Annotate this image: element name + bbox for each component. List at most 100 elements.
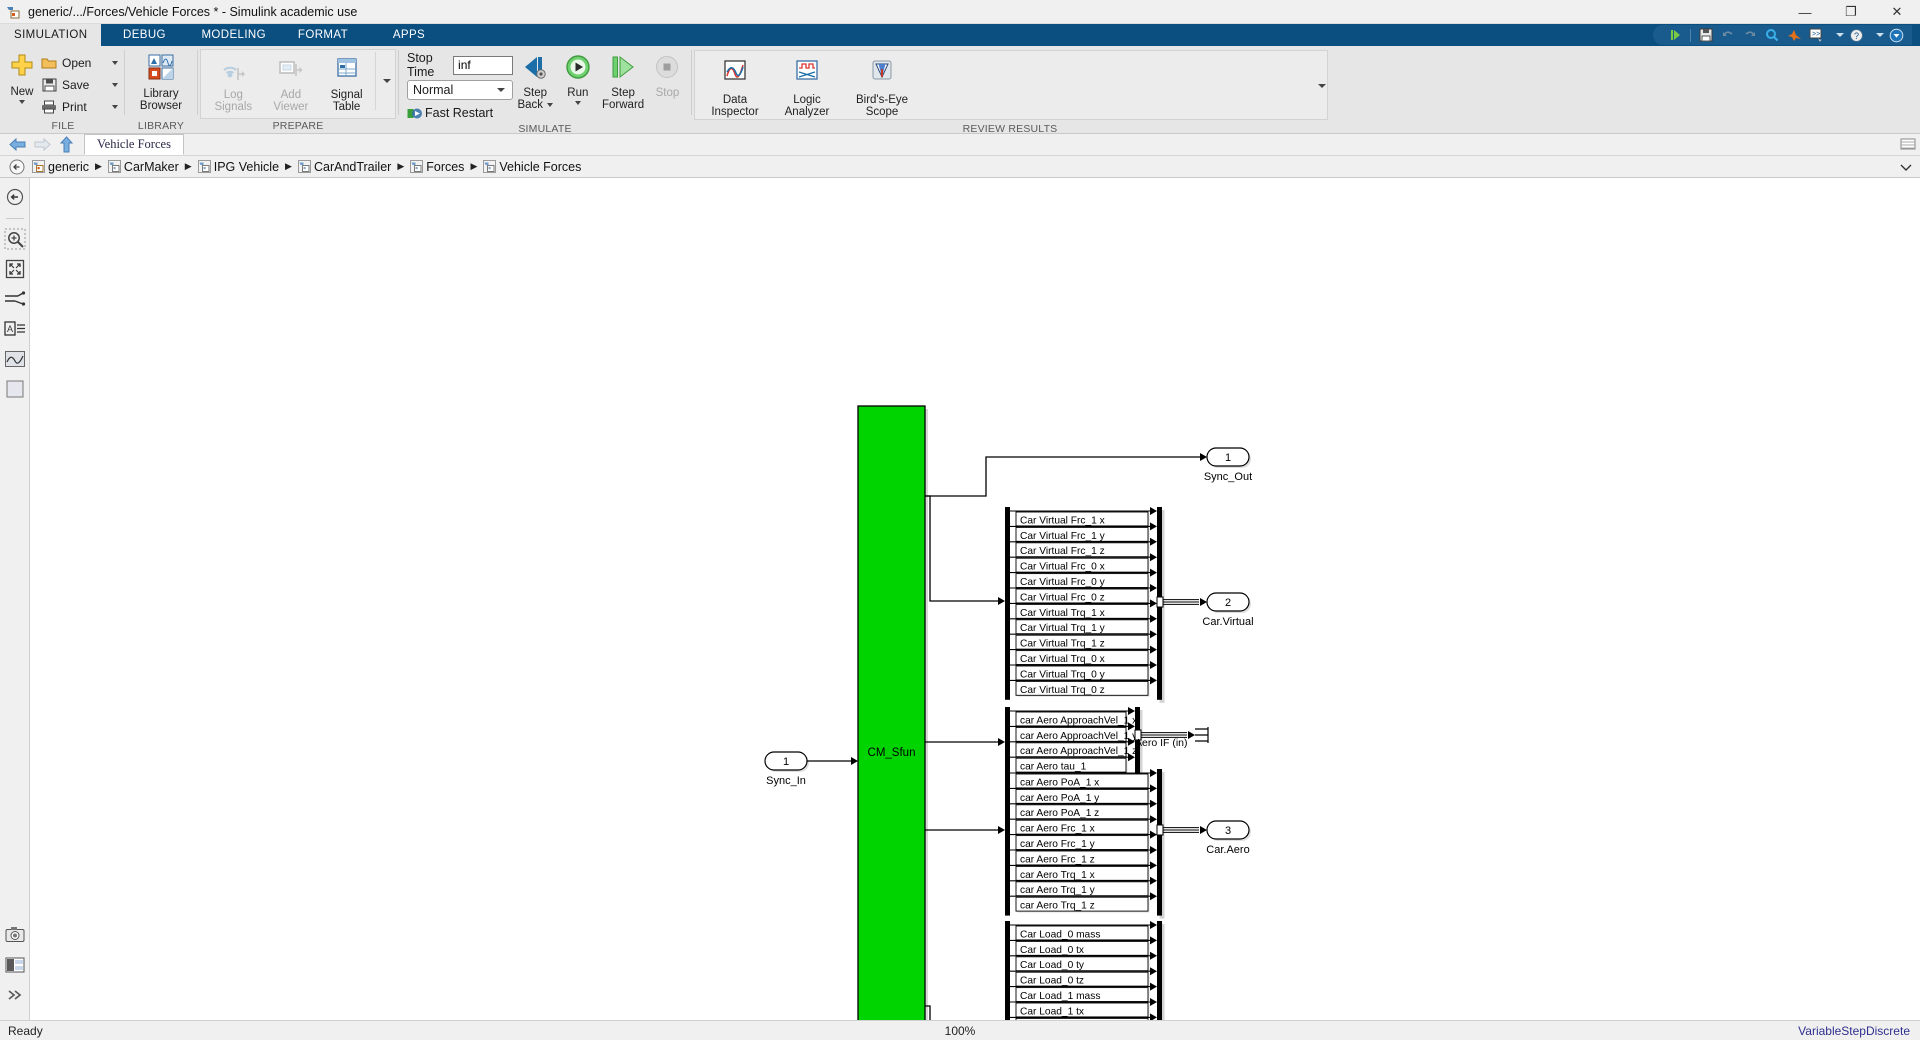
step-back-button[interactable]: Step Back (513, 52, 557, 112)
qa-shortcuts-icon[interactable]: >> (1806, 26, 1826, 44)
model-icon (32, 160, 45, 173)
add-viewer-line1: Add (280, 88, 302, 101)
qa-help-caret-icon[interactable] (1876, 33, 1884, 37)
qa-matlab-icon[interactable] (1784, 26, 1804, 44)
data-inspector-button[interactable]: Data Inspector (699, 55, 771, 119)
stop-button[interactable]: Stop (648, 52, 687, 99)
more-tools-icon[interactable] (4, 984, 26, 1006)
status-zoom-level[interactable]: 100% (945, 1024, 976, 1038)
close-button[interactable]: ✕ (1874, 0, 1920, 24)
simulink-model-icon (6, 4, 22, 20)
qa-save-icon[interactable] (1696, 26, 1716, 44)
new-caret-icon[interactable] (19, 100, 25, 104)
model-explorer-icon[interactable] (4, 954, 26, 976)
qa-search-icon[interactable] (1762, 26, 1782, 44)
breadcrumb-back-icon[interactable] (8, 158, 26, 176)
qa-help-icon[interactable]: ? (1846, 26, 1866, 44)
model-canvas[interactable]: CM_SfunForces1Sync_InCar Virtual Frc_1 x… (30, 178, 1920, 1020)
breadcrumb-item-generic[interactable]: generic (32, 160, 89, 174)
run-caret-icon[interactable] (574, 101, 581, 105)
back-to-parent-icon[interactable] (4, 186, 26, 208)
open-caret-icon[interactable] (112, 61, 118, 65)
breadcrumb-expand-caret-icon[interactable] (1900, 159, 1912, 174)
zoom-in-icon[interactable] (4, 228, 26, 250)
bus-car-load-out-bar (1157, 921, 1162, 1020)
fit-to-view-icon[interactable] (4, 258, 26, 280)
bus-car-load-signal-label: Car Load_0 mass (1020, 929, 1100, 940)
print-button[interactable]: Print (38, 96, 120, 118)
library-browser-button[interactable]: Library Browser (132, 49, 190, 113)
qa-shortcuts-caret-icon[interactable] (1836, 33, 1844, 37)
nav-up-icon[interactable] (54, 134, 78, 155)
log-signals-button[interactable]: Log Signals (205, 52, 262, 114)
snapshot-icon[interactable] (4, 924, 26, 946)
signal-routing-icon[interactable] (4, 288, 26, 310)
step-back-icon (520, 54, 550, 84)
bus-line-car-aero-arrow (1200, 826, 1207, 834)
scope-icon[interactable] (4, 348, 26, 370)
model-icon (297, 160, 311, 173)
layout-grip-icon[interactable] (1900, 137, 1916, 152)
simulation-mode-caret-icon[interactable] (497, 88, 505, 92)
nav-back-icon[interactable] (6, 134, 30, 155)
fast-restart-label: Fast Restart (425, 106, 494, 120)
model-tab-vehicle-forces[interactable]: Vehicle Forces (84, 134, 184, 155)
bus-car-virtual-row-arrow (1150, 537, 1157, 546)
ribbon: New Open Save Print FILE Library Browser… (0, 46, 1920, 135)
step-forward-button[interactable]: Step Forward (598, 52, 648, 112)
breadcrumb-item-vehicle-forces[interactable]: Vehicle Forces (483, 160, 581, 174)
logic-analyzer-button[interactable]: Logic Analyzer (771, 55, 843, 119)
sfun-block[interactable] (857, 405, 926, 1020)
tab-format[interactable]: FORMAT (280, 24, 366, 46)
bus-car-aero-signal-label: car Aero Trq_1 x (1020, 870, 1095, 881)
new-button[interactable]: New (6, 49, 38, 104)
breadcrumb-item-forces[interactable]: Forces (410, 160, 464, 174)
qa-run-icon[interactable] (1665, 26, 1685, 44)
signal-table-button[interactable]: Signal Table (320, 52, 373, 114)
qa-undo-icon[interactable] (1718, 26, 1738, 44)
bus-car-virtual-row-arrow (1150, 599, 1157, 608)
qa-redo-icon[interactable] (1740, 26, 1760, 44)
data-inspector-line2: Inspector (711, 106, 759, 118)
birds-eye-scope-button[interactable]: Bird's-Eye Scope (843, 55, 921, 119)
new-icon (9, 53, 35, 83)
aero-if-terminator[interactable] (1195, 727, 1209, 743)
review-more-caret-icon[interactable] (1318, 84, 1326, 88)
tab-apps[interactable]: APPS (366, 24, 452, 46)
bus-car-aero-signal-label: car Aero Trq_1 y (1020, 885, 1096, 896)
step-back-caret-icon[interactable] (547, 103, 554, 108)
canvas-toolbar: A (0, 178, 30, 1020)
qa-expand-ribbon-icon[interactable] (1886, 26, 1906, 44)
annotation-icon[interactable]: A (3, 318, 26, 340)
run-button[interactable]: Run (557, 52, 598, 105)
save-button[interactable]: Save (38, 74, 120, 96)
fast-restart-toggle[interactable]: Fast Restart (407, 104, 513, 122)
sfun-block-label: CM_Sfun (868, 747, 916, 759)
input-port-number: 1 (783, 756, 789, 768)
breadcrumb-item-ipg-vehicle[interactable]: IPG Vehicle (197, 160, 279, 174)
print-caret-icon[interactable] (112, 105, 118, 109)
maximize-button[interactable]: ❐ (1828, 0, 1874, 24)
output-port-car-aero-label: Car.Aero (1206, 844, 1249, 856)
save-caret-icon[interactable] (112, 83, 118, 87)
add-viewer-button[interactable]: Add Viewer (262, 52, 321, 114)
stop-time-input[interactable] (453, 55, 514, 75)
nav-forward-icon[interactable] (30, 134, 54, 155)
ribbon-group-simulate: Stop Time Normal Fast Restart (399, 46, 691, 135)
tab-debug[interactable]: DEBUG (101, 24, 187, 46)
simulation-mode-select[interactable]: Normal (407, 80, 513, 100)
block-diagram[interactable]: CM_SfunForces1Sync_InCar Virtual Frc_1 x… (30, 178, 1920, 1020)
breadcrumb-item-carmaker[interactable]: CarMaker (107, 160, 179, 174)
window-controls: — ❐ ✕ (1782, 0, 1920, 24)
tab-simulation[interactable]: SIMULATION (0, 24, 102, 46)
tab-modeling[interactable]: MODELING (187, 24, 280, 46)
feeder-car-load (925, 1005, 931, 1020)
subsystem-icon[interactable] (4, 378, 26, 400)
status-solver[interactable]: VariableStepDiscrete (1798, 1024, 1910, 1038)
breadcrumb-item-carandtrailer[interactable]: CarAndTrailer (297, 160, 391, 174)
bus-car-load-signal-label: Car Load_0 tx (1020, 945, 1084, 956)
bus-car-load-row-arrow (1150, 982, 1157, 991)
minimize-button[interactable]: — (1782, 0, 1828, 24)
open-button[interactable]: Open (38, 52, 120, 74)
prepare-more-caret-icon[interactable] (383, 79, 391, 83)
